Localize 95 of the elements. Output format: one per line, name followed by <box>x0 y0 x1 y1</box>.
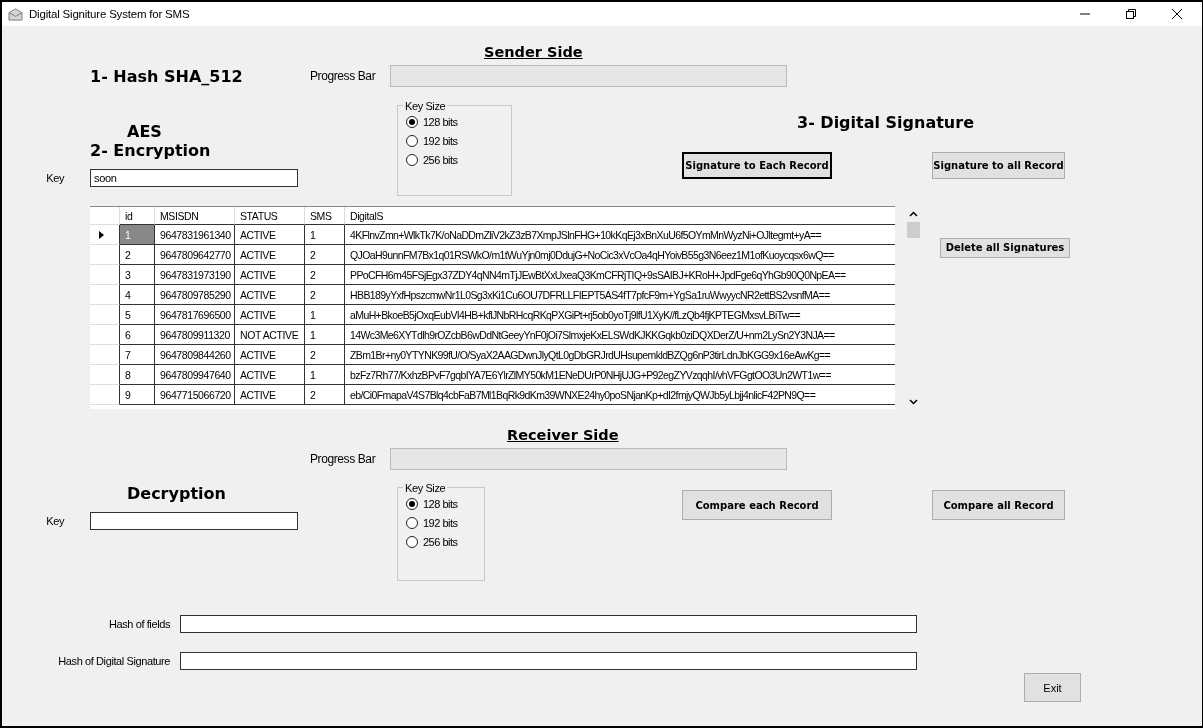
table-cell: 2 <box>120 245 155 265</box>
table-cell: 2 <box>305 345 345 365</box>
action-button[interactable]: Signature to Each Record <box>682 152 832 179</box>
table-cell: 5 <box>120 305 155 325</box>
table-cell: 2 <box>305 245 345 265</box>
section-title: 2- Encryption <box>90 141 211 160</box>
key-field[interactable]: soon <box>90 169 298 187</box>
row-header[interactable] <box>90 285 120 305</box>
table-cell: ACTIVE <box>235 385 305 405</box>
radio-button[interactable]: 192 bits <box>406 135 503 147</box>
table-cell: 9 <box>120 385 155 405</box>
radio-button[interactable]: 256 bits <box>406 536 476 548</box>
column-header[interactable]: MSISDN <box>155 207 235 225</box>
row-header[interactable] <box>90 345 120 365</box>
group-legend: Key Size <box>405 482 446 494</box>
progress-label: Progress Bar <box>310 69 377 83</box>
table-cell: 1 <box>120 225 155 245</box>
action-button[interactable]: Signature to all Record <box>932 152 1065 179</box>
table-cell: 4 <box>120 285 155 305</box>
section-title: Decryption <box>127 484 226 503</box>
hash-field[interactable] <box>180 615 917 633</box>
key-field[interactable] <box>90 512 298 530</box>
table-cell: NOT ACTIVE <box>235 325 305 345</box>
app-icon <box>8 7 23 21</box>
table-cell: bzFz7Rh77/KxhzBPvF7gqbIYA7E6YlrZlMY50kM1ENeDUrP0NHjUJG+P92egZYVzqqhI/vhVFGgtOO3Un2WT1w== <box>345 365 895 385</box>
table-cell: eb/Ci0FmapaV4S7Blq4cbFaB7Ml1BqRk9dKm39WNXE24hy0poSNjanKp+dI2fmjyQWJb5yLbjj4nlicF42PN9Q== <box>345 385 895 405</box>
key-label: Key <box>45 172 64 184</box>
table-cell: 6 <box>120 325 155 345</box>
column-header[interactable]: SMS <box>305 207 345 225</box>
radio-button[interactable]: 128 bits <box>406 116 503 128</box>
table-cell: ACTIVE <box>235 365 305 385</box>
radio-button[interactable]: 192 bits <box>406 517 476 529</box>
field-label: Hash of Digital Signature <box>57 655 170 667</box>
vertical-scrollbar[interactable] <box>905 208 922 408</box>
radio-button[interactable]: 256 bits <box>406 154 503 166</box>
table-cell: PPoCFH6m45FSjEgx37ZDY4qNN4mTjJEwBtXxUxeaQ3KmCFRjTIQ+9sSAIBJ+KRoH+JpdFge6qYhGb90Q0NpEA== <box>345 265 895 285</box>
table-cell: 9647809911320 <box>155 325 235 345</box>
table-cell: 1 <box>305 365 345 385</box>
section-heading: Sender Side <box>484 44 583 60</box>
table-cell: ACTIVE <box>235 305 305 325</box>
table-cell: 9647831973190 <box>155 265 235 285</box>
table-cell: ACTIVE <box>235 245 305 265</box>
restore-icon[interactable] <box>1126 9 1136 19</box>
window-title: Digital Signiture System for SMS <box>29 8 190 20</box>
exit-button[interactable]: Exit <box>1024 673 1081 702</box>
table-cell: 7 <box>120 345 155 365</box>
section-title: 1- Hash SHA_512 <box>90 67 243 86</box>
section-heading: Receiver Side <box>507 427 619 443</box>
row-pointer-icon <box>99 230 104 239</box>
table-cell: 9647809844260 <box>155 345 235 365</box>
table-cell: 9647809947640 <box>155 365 235 385</box>
table-cell: 3 <box>120 265 155 285</box>
table-cell: ACTIVE <box>235 345 305 365</box>
column-header[interactable]: STATUS <box>235 207 305 225</box>
delete-button[interactable]: Delete all Signatures <box>940 237 1070 258</box>
section-title: 3- Digital Signature <box>797 113 975 132</box>
table-cell: 9647809642770 <box>155 245 235 265</box>
table-cell: 9647715066720 <box>155 385 235 405</box>
table-cell: 4KFlnvZmn+WlkTk7K/oNaDDmZliV2kZ3zB7XmpJSlnFHG+10kKqEj3xBnXuU6f5OYmMnWyzNi+OJltegmt+yA== <box>345 225 895 245</box>
row-header[interactable] <box>90 325 120 345</box>
table-cell: ACTIVE <box>235 225 305 245</box>
radio-button[interactable]: 128 bits <box>406 498 476 510</box>
table-cell: 9647817696500 <box>155 305 235 325</box>
table-cell: QJOaH9unnFM7Bx1q01RSWkO/m1tWuYjn0mj0DdujG+NoCic3xVcOa4qHYoivB55g3N6eez1M1ofKuoycqsx6wQ== <box>345 245 895 265</box>
table-cell: HBB189yYxfHpszcmwNr1L0Sg3xKi1Cu6OU7DFRLLFIEPT5AS4fT7pfcF9m+YgSa1ruWwyycNR2ettBS2vsnfMA== <box>345 285 895 305</box>
table-cell: ACTIVE <box>235 265 305 285</box>
section-title: AES <box>127 122 162 141</box>
hash-field[interactable] <box>180 652 917 670</box>
progress-label: Progress Bar <box>310 452 377 466</box>
row-header[interactable] <box>90 385 120 405</box>
row-header[interactable] <box>90 265 120 285</box>
key-label: Key <box>45 515 64 527</box>
table-cell: 2 <box>305 265 345 285</box>
field-label: Hash of fields <box>107 618 170 630</box>
table-cell: 9647809785290 <box>155 285 235 305</box>
table-cell: 1 <box>305 225 345 245</box>
column-header[interactable]: DigitalS <box>345 207 895 225</box>
action-button[interactable]: Compare each Record <box>682 490 832 520</box>
table-cell: 2 <box>305 385 345 405</box>
table-cell: 9647831961340 <box>155 225 235 245</box>
table-cell: aMuH+BkoeB5jOxqEubVI4HB+kflJNbRHcqRKqPXGiPt+rj5ob0yoTj9lfU1XyK//fLzQb4fjKPTEGMxsvLBiTw== <box>345 305 895 325</box>
table-cell: 8 <box>120 365 155 385</box>
close-icon[interactable] <box>1172 9 1182 19</box>
table-cell: ACTIVE <box>235 285 305 305</box>
group-legend: Key Size <box>405 100 446 112</box>
row-header[interactable] <box>90 245 120 265</box>
table-cell: 1 <box>305 325 345 345</box>
action-button[interactable]: Compare all Record <box>932 490 1065 520</box>
table-cell: ZBm1Br+ny0YTYNK99fU/O/SyaX2AAGDwnJlyQtL0gDbGRJrdUHsupemkldBZQg6nP3tirLdnJbKGG9x16eAwKg== <box>345 345 895 365</box>
row-header[interactable] <box>90 365 120 385</box>
table-cell: 1 <box>305 305 345 325</box>
table-cell: 14Wc3Me6XYTdlh9rOZcbB6wDdNtGeeyYnF0jOi7SlmxjeKxELSWdKJKKGqkb0ziDQXDerZ/U+nm2LySn2Y3NJA== <box>345 325 895 345</box>
row-header <box>90 207 120 225</box>
table-cell: 2 <box>305 285 345 305</box>
row-header[interactable] <box>90 305 120 325</box>
